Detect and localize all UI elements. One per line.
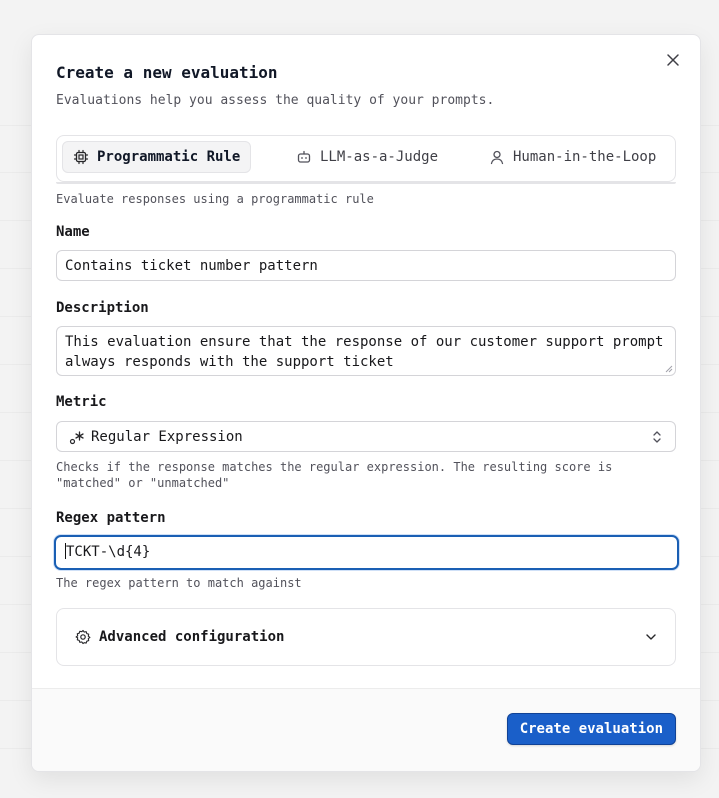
metric-label: Metric xyxy=(56,394,107,410)
description-label: Description xyxy=(56,300,149,316)
advanced-configuration-label: Advanced configuration xyxy=(99,629,285,645)
bot-icon xyxy=(297,150,311,163)
cpu-icon xyxy=(73,149,89,165)
tab-human-in-the-loop[interactable]: Human-in-the-Loop xyxy=(479,141,666,173)
close-icon xyxy=(667,54,679,66)
chevron-up-down-icon xyxy=(653,430,661,443)
regex-pattern-label: Regex pattern xyxy=(56,510,166,526)
regex-icon xyxy=(69,430,84,444)
name-field-value: Contains ticket number pattern xyxy=(65,258,318,274)
create-evaluation-button[interactable]: Create evaluation xyxy=(506,713,676,745)
metric-select-value: Regular Expression xyxy=(91,428,243,445)
tab-label: LLM-as-a-Judge xyxy=(320,149,439,165)
evaluation-type-tabs: Programmatic Rule LLM-as-a-Judge Human-i… xyxy=(56,135,676,182)
tab-programmatic-rule[interactable]: Programmatic Rule xyxy=(62,141,252,173)
chevron-down-icon xyxy=(646,634,656,640)
tab-llm-as-a-judge[interactable]: LLM-as-a-Judge xyxy=(286,141,448,173)
regex-pattern-hint: The regex pattern to match against xyxy=(56,576,302,590)
metric-hint: Checks if the response matches the regul… xyxy=(56,460,613,474)
description-field[interactable]: This evaluation ensure that the response… xyxy=(56,326,676,376)
create-evaluation-dialog: Create a new evaluation Evaluations help… xyxy=(31,34,701,772)
regex-pattern-field[interactable]: TCKT-\d{4} xyxy=(54,535,679,570)
regex-pattern-value: TCKT-\d{4} xyxy=(66,544,151,560)
tabs-divider xyxy=(56,182,676,184)
name-label: Name xyxy=(56,224,90,240)
tab-label: Programmatic Rule xyxy=(97,149,241,165)
dialog-footer: Create evaluation xyxy=(32,688,700,771)
description-field-value: This evaluation ensure that the response… xyxy=(65,334,664,370)
advanced-configuration-toggle[interactable]: Advanced configuration xyxy=(56,608,676,666)
dialog-title: Create a new evaluation xyxy=(56,63,278,82)
user-icon xyxy=(490,150,504,165)
resize-handle-icon[interactable] xyxy=(665,365,673,373)
metric-hint-continued: "matched" or "unmatched" xyxy=(56,476,230,490)
tab-label: Human-in-the-Loop xyxy=(513,149,657,165)
metric-select[interactable]: Regular Expression xyxy=(56,421,676,452)
name-field[interactable]: Contains ticket number pattern xyxy=(56,250,676,281)
tab-description: Evaluate responses using a programmatic … xyxy=(56,192,374,206)
gear-icon xyxy=(75,629,91,645)
close-button[interactable] xyxy=(664,51,682,69)
dialog-subtitle: Evaluations help you assess the quality … xyxy=(56,93,495,108)
